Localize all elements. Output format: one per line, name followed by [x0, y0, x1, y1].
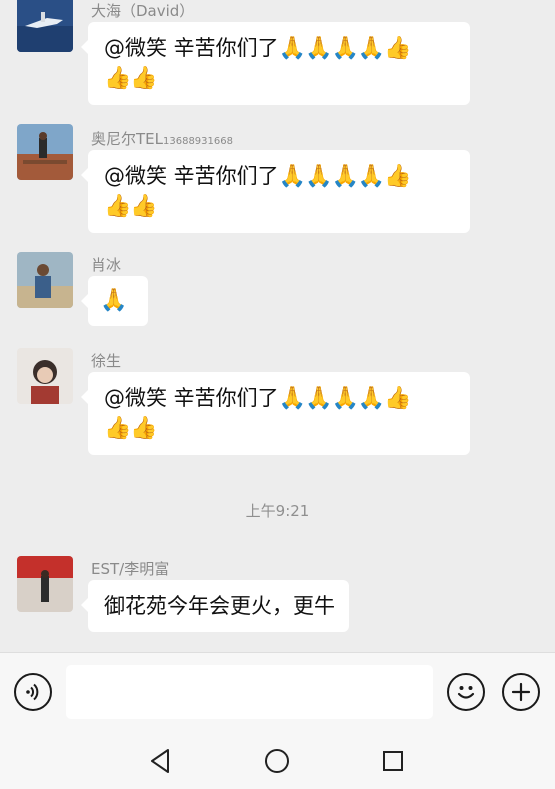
- sender-phone: 13688931668: [163, 136, 233, 147]
- message-bubble[interactable]: 御花苑今年会更火，更牛: [81, 580, 349, 632]
- home-circle-icon[interactable]: [262, 746, 292, 776]
- message-bubble[interactable]: @微笑 辛苦你们了🙏🙏🙏🙏👍 👍👍: [81, 372, 470, 455]
- input-bar: [0, 652, 555, 732]
- avatar[interactable]: [17, 556, 73, 612]
- sender-name: 肖冰: [91, 256, 122, 274]
- message-text: @微笑 辛苦你们了: [104, 36, 279, 60]
- emoji-sequence: 👍👍: [104, 194, 158, 219]
- avatar[interactable]: [17, 0, 73, 52]
- sender-name: 奥尼尔TEL13688931668: [91, 130, 233, 148]
- back-triangle-icon[interactable]: [145, 746, 175, 776]
- sender-name: 徐生: [91, 352, 122, 370]
- emoji-sequence: 🙏🙏🙏🙏👍: [278, 386, 412, 411]
- avatar[interactable]: [17, 124, 73, 180]
- emoji-sequence: 👍👍: [104, 66, 158, 91]
- sender-name: EST/李明富: [91, 560, 170, 578]
- message-input[interactable]: [66, 665, 433, 719]
- emoji-sequence: 🙏🙏🙏🙏👍: [278, 36, 412, 61]
- voice-icon[interactable]: [14, 673, 52, 711]
- message-text: 御花苑今年会更火，更牛: [104, 594, 335, 618]
- avatar[interactable]: [17, 348, 73, 404]
- message-text: @微笑 辛苦你们了: [104, 386, 279, 410]
- recents-square-icon[interactable]: [378, 746, 408, 776]
- message-text: @微笑 辛苦你们了: [104, 164, 279, 188]
- plus-icon[interactable]: [502, 673, 540, 711]
- message-bubble[interactable]: 🙏: [81, 276, 148, 326]
- emoji-sequence: 🙏: [100, 288, 127, 313]
- emoji-sequence: 👍👍: [104, 416, 158, 441]
- chat-area: 大海（David） @微笑 辛苦你们了🙏🙏🙏🙏👍 👍👍 奥尼尔TEL136889…: [0, 0, 555, 652]
- message-bubble[interactable]: @微笑 辛苦你们了🙏🙏🙏🙏👍 👍👍: [81, 22, 470, 105]
- message-bubble[interactable]: @微笑 辛苦你们了🙏🙏🙏🙏👍 👍👍: [81, 150, 470, 233]
- avatar[interactable]: [17, 252, 73, 308]
- system-nav-bar: [0, 732, 555, 789]
- emoji-icon[interactable]: [447, 673, 485, 711]
- emoji-sequence: 🙏🙏🙏🙏👍: [278, 164, 412, 189]
- timestamp: 上午9:21: [245, 502, 310, 520]
- sender-name: 大海（David）: [91, 2, 195, 20]
